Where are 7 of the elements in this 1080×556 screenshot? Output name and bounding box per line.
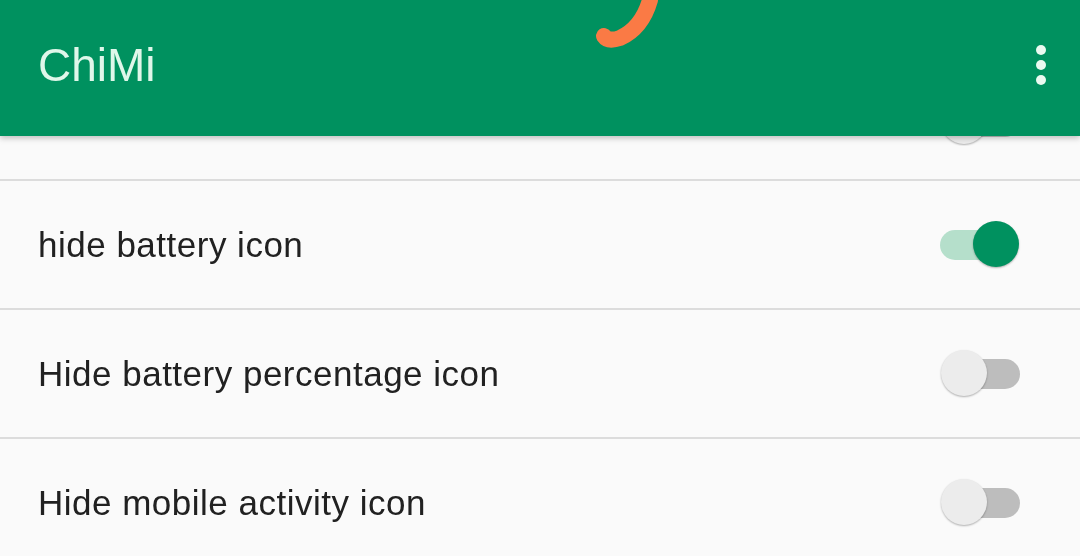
toggle-switch[interactable] [940,349,1022,398]
more-options-icon[interactable] [1035,45,1047,85]
setting-label: Hide battery percentage icon [38,353,500,394]
setting-label: Hide mobile activity icon [38,482,426,523]
app-title: ChiMi [38,38,156,92]
toggle-switch[interactable] [940,478,1022,527]
setting-label: hide battery icon [38,224,304,265]
